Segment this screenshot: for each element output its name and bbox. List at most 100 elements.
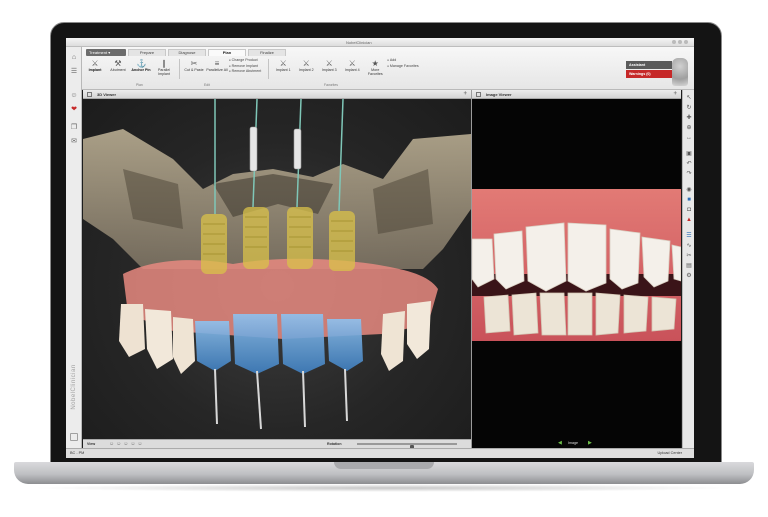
toolbar-separator — [179, 59, 180, 79]
manage-favorites-button[interactable]: Manage Favorites — [387, 64, 419, 70]
patient-icon[interactable]: ☺ — [69, 91, 79, 100]
implant-tool-button[interactable]: ⚔ Implant — [84, 58, 106, 80]
parallel-implant-tool-button[interactable]: ∥ Parallel Implant — [153, 58, 175, 80]
zoom-button[interactable] — [678, 40, 682, 44]
pan-icon[interactable]: ✚ — [685, 114, 693, 122]
treatment-dropdown-label: Treatment — [89, 50, 108, 55]
pin-sleeves — [249, 126, 302, 172]
assistant-figure-icon — [672, 58, 688, 86]
chat-icon[interactable]: ✉ — [69, 137, 79, 146]
group-label-plan: Plan — [136, 83, 143, 87]
treatment-icon[interactable]: ❤ — [69, 105, 79, 114]
status-bar: BC - PM Upload Center — [66, 448, 694, 458]
settings-icon[interactable]: ⚙ — [685, 272, 693, 280]
viewer-3d-footer: View ☺☺☺☺☺ Rotation — [83, 439, 471, 450]
dental-3d-render — [83, 99, 471, 430]
image-viewer-title: Image Viewer — [486, 92, 512, 97]
product-actions: Change Product Remove Implant Remove Abu… — [229, 58, 262, 75]
assistant-button[interactable]: Assistant — [626, 61, 672, 69]
window-controls — [672, 40, 688, 44]
cut-paste-icon: ✂ — [190, 59, 198, 68]
image-viewer-icon — [476, 92, 481, 97]
natural-tooth-left-3 — [173, 317, 195, 374]
parallelize-icon: ≡ — [214, 59, 220, 68]
cart-icon[interactable]: ❐ — [69, 123, 79, 132]
implant-icon: ⚔ — [325, 59, 333, 68]
view-label: View — [87, 442, 96, 446]
upload-center-button[interactable]: Upload Center — [658, 449, 682, 458]
camera-icon[interactable]: ◘ — [685, 206, 693, 214]
intraoral-photo — [472, 189, 681, 341]
abutment-icon: ⚒ — [114, 59, 122, 68]
next-image-icon[interactable]: ▶ — [588, 439, 592, 448]
abutment-tool-button[interactable]: ⚒ Abutment — [107, 58, 129, 80]
undo-icon[interactable]: ↶ — [685, 160, 693, 168]
crown-2 — [233, 314, 279, 374]
anchor-pin-tool-button[interactable]: ⚓ Anchor Pin — [130, 58, 152, 80]
home-icon[interactable]: ⌂ — [69, 53, 79, 62]
layers-icon[interactable]: ■ — [685, 196, 693, 204]
laptop-notch — [334, 462, 434, 469]
minimize-button[interactable] — [672, 40, 676, 44]
save-icon[interactable]: ▣ — [685, 150, 693, 158]
previous-image-icon[interactable]: ◀ — [558, 439, 562, 448]
ribbon-toolbar: ❁ Treatment ▾ Prepare Diagnose Plan Fina… — [66, 47, 694, 90]
window-titlebar: NobelClinician — [66, 38, 694, 47]
viewer-3d-canvas[interactable] — [83, 99, 471, 439]
pointer-icon[interactable]: ↖ — [685, 94, 693, 102]
implant-list-icon[interactable]: ☰ — [685, 232, 693, 240]
image-nav-label: Image — [568, 441, 578, 445]
treatment-dropdown[interactable]: Treatment ▾ — [86, 49, 126, 56]
warnings-button[interactable]: Warnings (0) — [626, 70, 672, 78]
patient-status: BC - PM — [70, 451, 85, 455]
view-preset-icons[interactable]: ☺☺☺☺☺ — [109, 440, 145, 448]
laptop-shadow — [30, 484, 738, 492]
natural-tooth-right-2 — [407, 301, 431, 359]
more-favorites-button[interactable]: ★ More Favorites — [364, 58, 386, 80]
favorite-implant-4-button[interactable]: ⚔ Implant 4 — [341, 58, 363, 80]
viewer-3d-header: 3D Viewer + — [83, 90, 471, 99]
nerve-icon[interactable]: ∿ — [685, 242, 693, 250]
tab-plan[interactable]: Plan — [208, 49, 246, 56]
maximize-icon[interactable]: + — [673, 90, 677, 99]
star-icon: ★ — [371, 59, 379, 68]
favorite-implant-2-button[interactable]: ⚔ Implant 2 — [295, 58, 317, 80]
rotation-label: Rotation — [327, 442, 342, 446]
list-icon[interactable]: ☰ — [69, 67, 79, 76]
lower-pins — [214, 368, 348, 430]
visibility-icon[interactable]: ◉ — [685, 186, 693, 194]
change-product-button[interactable]: Change Product — [229, 58, 261, 64]
toolbar-separator — [268, 59, 270, 79]
tab-diagnose[interactable]: Diagnose — [168, 49, 206, 56]
clip-icon[interactable]: ✂ — [685, 252, 693, 260]
remove-abutment-button[interactable]: Remove Abutment — [229, 69, 262, 75]
slice-icon[interactable]: ▤ — [685, 262, 693, 270]
implant-icon: ⚔ — [302, 59, 310, 68]
implant-icon: ⚔ — [279, 59, 287, 68]
implant-body-3 — [287, 207, 313, 269]
alert-icon[interactable]: ▲ — [685, 216, 693, 224]
left-sidebar: ⌂ ☰ ☺ ❤ ❐ ✉ NobelClinician — [66, 47, 82, 448]
zoom-icon[interactable]: ⊕ — [685, 124, 693, 132]
rotate-icon[interactable]: ↻ — [685, 104, 693, 112]
favorite-implant-3-button[interactable]: ⚔ Implant 3 — [318, 58, 340, 80]
measure-icon[interactable]: ↔ — [685, 134, 693, 142]
favorite-implant-1-button[interactable]: ⚔ Implant 1 — [272, 58, 294, 80]
cut-paste-tool-button[interactable]: ✂ Cut & Paste — [183, 58, 205, 80]
parallel-implant-icon: ∥ — [162, 59, 166, 68]
window-title: NobelClinician — [346, 40, 372, 45]
implant-icon: ⚔ — [348, 59, 356, 68]
tab-prepare[interactable]: Prepare — [128, 49, 166, 56]
redo-icon[interactable]: ↷ — [685, 170, 693, 178]
favorite-actions: Add Manage Favorites — [387, 58, 419, 70]
image-viewer-canvas[interactable] — [472, 99, 681, 439]
viewer-3d-title: 3D Viewer — [97, 92, 117, 97]
workflow-tabs: Prepare Diagnose Plan Finalize — [128, 49, 288, 56]
ribbon-group-labels: Plan Edit Favorites — [84, 83, 464, 88]
viewer-3d-icon — [87, 92, 92, 97]
parallelize-tool-button[interactable]: ≡ Parallelize All — [206, 58, 228, 80]
maximize-icon[interactable]: + — [463, 90, 467, 99]
close-button[interactable] — [684, 40, 688, 44]
tab-finalize[interactable]: Finalize — [248, 49, 286, 56]
rotation-slider[interactable] — [357, 443, 457, 450]
